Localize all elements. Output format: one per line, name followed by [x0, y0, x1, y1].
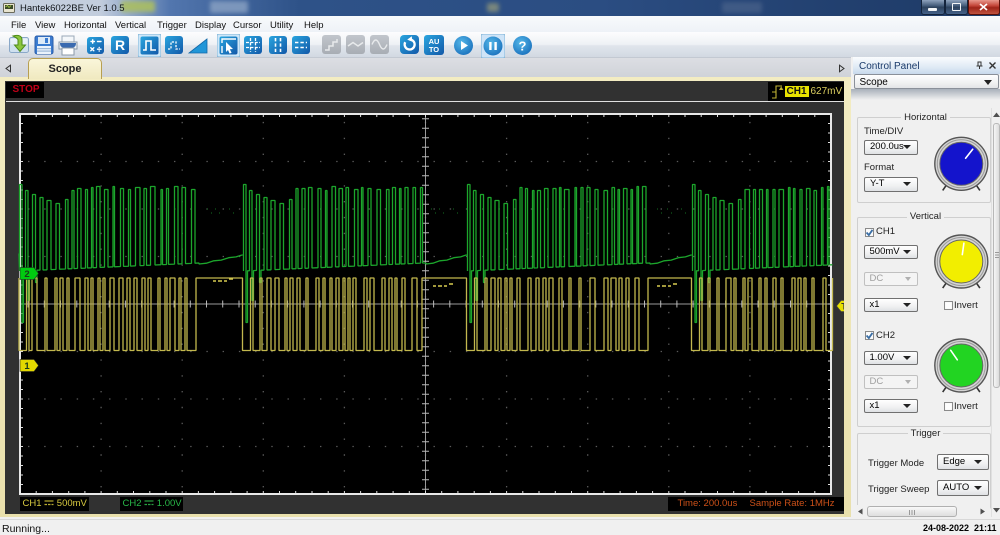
svg-text:T: T: [841, 301, 844, 311]
svg-text:2: 2: [24, 269, 29, 280]
svg-text:R: R: [115, 37, 125, 53]
svg-text:?: ?: [519, 39, 527, 54]
svg-text:1: 1: [24, 361, 30, 372]
svg-text:TO: TO: [429, 45, 439, 54]
